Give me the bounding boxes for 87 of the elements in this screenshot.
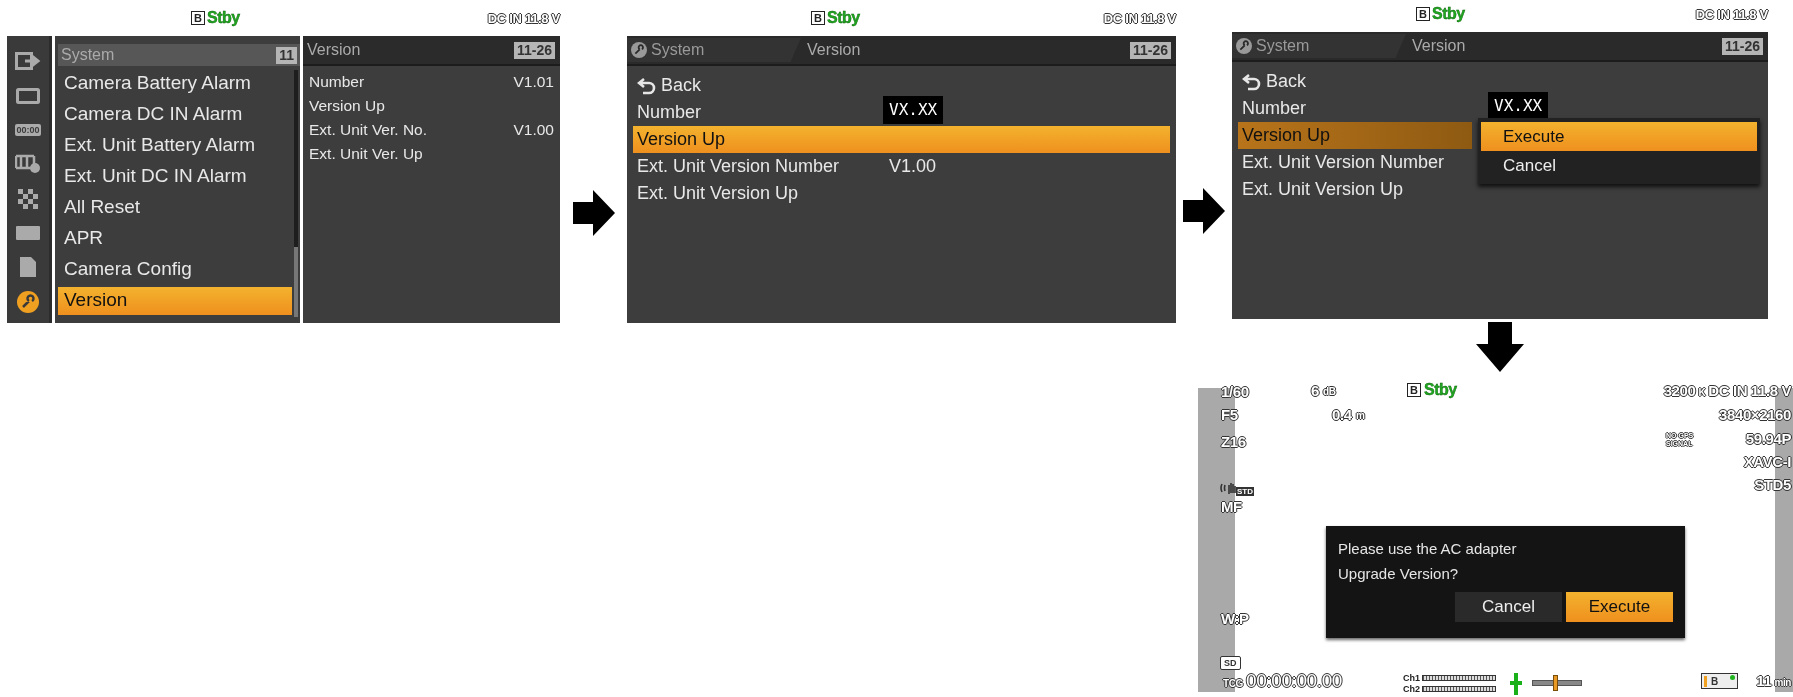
- slider-thumb[interactable]: [1552, 675, 1558, 691]
- battery-label: B: [1711, 675, 1719, 687]
- focus-distance: 0.4: [1332, 406, 1352, 423]
- standby-status: Stby: [1431, 5, 1465, 23]
- gain-unit: dB: [1323, 386, 1336, 397]
- timecode-icon[interactable]: 00:00: [15, 123, 41, 136]
- menu-item[interactable]: Ext. Unit Version Number V1.00: [633, 153, 1170, 180]
- setting-label: Ext. Unit Ver. Up: [309, 145, 423, 163]
- menu-item[interactable]: Camera Battery Alarm: [58, 69, 292, 98]
- breadcrumb-parent: System: [1256, 37, 1310, 55]
- battery-b-badge: B: [1416, 7, 1430, 21]
- shutter-speed: 1/60: [1221, 383, 1249, 400]
- gain-value: 6: [1311, 382, 1319, 399]
- time-unit: min: [1774, 677, 1791, 688]
- battery-b-badge: B: [191, 11, 205, 25]
- popup-option[interactable]: Execute: [1481, 122, 1757, 151]
- exit-icon[interactable]: [15, 52, 41, 71]
- popup-option[interactable]: Cancel: [1481, 151, 1757, 180]
- distance-unit: m: [1356, 410, 1365, 421]
- setting-label: Number: [309, 73, 365, 91]
- temperature-unit: K: [1698, 387, 1706, 398]
- menu-item[interactable]: Ext. Unit Version Up: [633, 180, 1170, 207]
- breadcrumb-parent: System: [651, 41, 705, 59]
- menu-item[interactable]: APR: [58, 225, 292, 254]
- page-number: 11-26: [513, 41, 555, 59]
- detail-title: Version: [307, 41, 361, 59]
- menu-item[interactable]: Version: [58, 287, 292, 316]
- back-icon: [637, 76, 657, 95]
- file-icon[interactable]: [20, 257, 36, 278]
- frame-rate: 59.94P: [1745, 430, 1791, 447]
- right-arrow-icon: [572, 190, 615, 236]
- picture-profile: STD5: [1754, 476, 1791, 493]
- menu-item[interactable]: Ext. Unit Battery Alarm: [58, 131, 292, 160]
- wrench-icon: [631, 42, 647, 58]
- wb-preset-indicator: W:P: [1221, 610, 1249, 627]
- menu-title: System: [61, 46, 115, 64]
- menu-item[interactable]: Ext. Unit DC IN Alarm: [58, 162, 292, 191]
- page-number: 11-26: [1721, 37, 1763, 55]
- menu-item[interactable]: Version Up: [1238, 122, 1472, 149]
- standby-status: Stby: [826, 9, 860, 27]
- dialog-message: Upgrade Version?: [1338, 564, 1460, 584]
- battery-b-badge: B: [811, 11, 825, 25]
- page-number: 11: [276, 46, 297, 64]
- wrench-icon: [1236, 38, 1252, 54]
- remaining-time: 11: [1756, 672, 1772, 689]
- power-reading: DC IN 11.8 V: [487, 10, 560, 26]
- standby-status: Stby: [1424, 381, 1457, 399]
- audio-level-slider[interactable]: [1530, 675, 1584, 691]
- setting-value: V1.00: [513, 121, 554, 139]
- film-camera-icon[interactable]: [15, 154, 41, 175]
- channel-label: Ch2: [1403, 684, 1420, 694]
- setting-label: Ext. Unit Ver. No.: [309, 121, 428, 139]
- power-reading: DC IN 11.8 V: [1103, 10, 1176, 26]
- power-reading: DC IN 11.8 V: [1695, 6, 1768, 22]
- breadcrumb-tab[interactable]: System: [1232, 34, 1406, 58]
- setting-value: VX.XX: [1488, 91, 1549, 120]
- menu-item[interactable]: Camera DC IN Alarm: [58, 100, 292, 129]
- setting-value: V1.01: [513, 73, 554, 91]
- color-temperature: 3200: [1663, 382, 1696, 399]
- wrench-icon[interactable]: [17, 290, 39, 313]
- breadcrumb-current: Version: [807, 41, 861, 59]
- dialog-message: Please use the AC adapter: [1338, 539, 1518, 559]
- microphone-icon: [1510, 673, 1522, 695]
- standby-status: Stby: [206, 9, 240, 27]
- back-icon: [1242, 72, 1262, 91]
- right-arrow-icon: [1183, 188, 1225, 234]
- battery-b-badge: B: [1407, 383, 1421, 397]
- timecode-value: 00:00:00.00: [1246, 670, 1342, 692]
- channel-label: Ch1: [1403, 673, 1420, 683]
- resolution: 3840×2160: [1719, 406, 1791, 423]
- page-number: 11-26: [1129, 41, 1171, 59]
- memory-card-icon[interactable]: [16, 226, 40, 241]
- codec: XAVC-I: [1743, 453, 1791, 470]
- steadyshot-mode: STD: [1236, 487, 1254, 496]
- dialog-button[interactable]: Execute: [1566, 592, 1673, 622]
- breadcrumb-current: Version: [1412, 37, 1466, 55]
- breadcrumb-tab[interactable]: System: [627, 38, 801, 62]
- dialog-button[interactable]: Cancel: [1455, 592, 1562, 622]
- menu-item[interactable]: Version Up: [633, 126, 1170, 153]
- menu-item[interactable]: All Reset: [58, 194, 292, 223]
- down-arrow-icon: [1476, 322, 1524, 372]
- menu-item[interactable]: Camera Config: [58, 256, 292, 285]
- sd-card-icon: SD: [1220, 656, 1241, 670]
- monitor-icon[interactable]: [16, 87, 40, 104]
- setting-label: Version Up: [309, 97, 385, 115]
- setting-value: VX.XX: [883, 95, 944, 124]
- setting-value: V1.00: [888, 156, 938, 177]
